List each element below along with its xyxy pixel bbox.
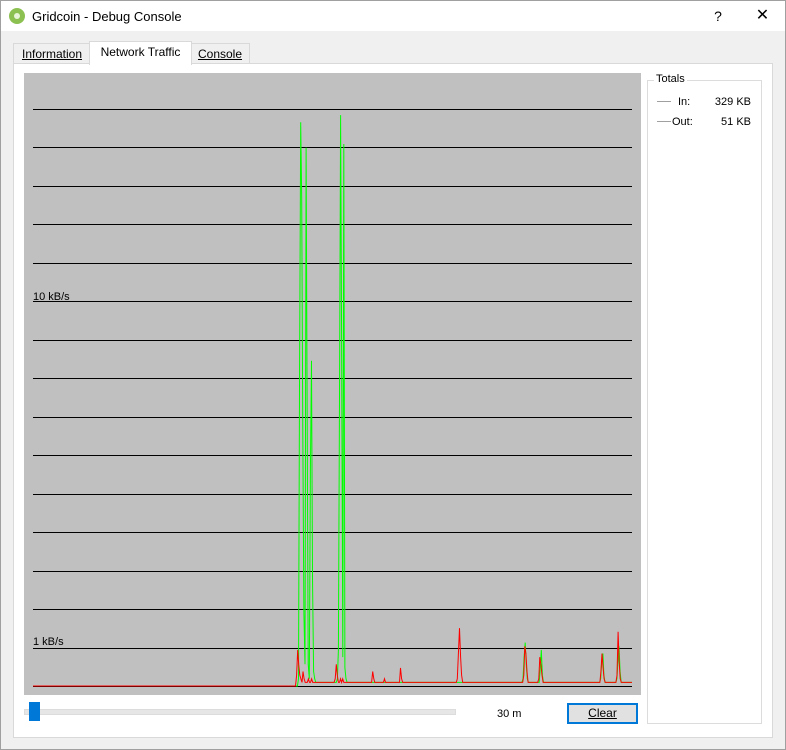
- totals-title: Totals: [654, 73, 687, 85]
- traffic-graph: 10 kB/s 1 kB/s: [24, 73, 641, 695]
- in-label: In:: [678, 96, 691, 108]
- y-label-10kbs: 10 kB/s: [33, 291, 70, 303]
- out-label: Out:: [672, 116, 693, 128]
- traffic-plot: [33, 109, 632, 687]
- out-traffic-series: [33, 628, 632, 687]
- tab-information-label: Information: [21, 47, 83, 61]
- tab-network-traffic-label: Network Traffic: [100, 45, 181, 59]
- totals-group: [647, 80, 762, 724]
- tab-console-label: Console: [197, 47, 243, 61]
- out-legend-line: [657, 121, 671, 122]
- tab-network-traffic[interactable]: Network Traffic: [89, 41, 192, 65]
- title-bar: Gridcoin - Debug Console ? ✕: [1, 1, 785, 31]
- tab-information[interactable]: Information: [13, 43, 91, 64]
- clear-button[interactable]: Clear: [567, 703, 638, 724]
- tab-console[interactable]: Console: [190, 43, 250, 64]
- in-legend-line: [657, 101, 671, 102]
- in-traffic-series: [33, 115, 632, 687]
- time-range-slider-track[interactable]: [24, 709, 456, 715]
- gridcoin-logo-icon: [9, 8, 25, 24]
- close-button[interactable]: ✕: [740, 1, 785, 31]
- help-button[interactable]: ?: [704, 1, 732, 31]
- out-value: 51 KB: [721, 116, 751, 128]
- y-label-1kbs: 1 kB/s: [33, 636, 64, 648]
- clear-button-label: Clear: [588, 706, 617, 720]
- time-range-slider-handle[interactable]: [29, 702, 40, 721]
- window-title: Gridcoin - Debug Console: [32, 9, 182, 24]
- in-value: 329 KB: [714, 96, 751, 108]
- time-range-label: 30 m: [497, 708, 522, 720]
